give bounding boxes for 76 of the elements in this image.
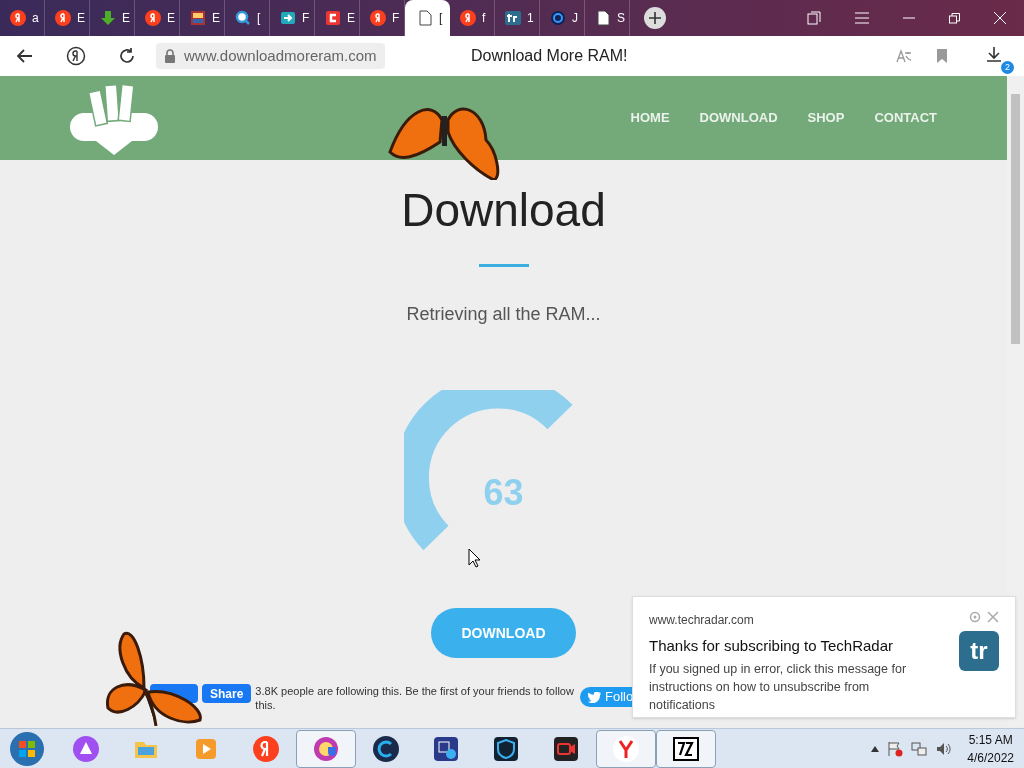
clock-date[interactable]: 4/6/2022 [967,748,1014,767]
progress-value: 63 [483,471,524,515]
tab-title: a [32,10,39,27]
back-icon[interactable] [16,47,34,65]
bookmark-icon[interactable] [936,48,948,64]
download-icon[interactable] [986,46,1002,62]
status-text: Retrieving all the RAM... [406,303,601,326]
page-title: Download More RAM! [471,46,628,66]
favicon-icon [595,10,611,26]
favicon-icon [55,10,71,26]
heading-underline [478,264,529,267]
reload-icon[interactable] [118,47,136,65]
start-button[interactable] [8,729,46,768]
app-icon [72,734,100,763]
favicon-icon [145,10,161,26]
tab-title: F [392,10,400,27]
new-tab-button[interactable] [644,7,666,29]
favicon-icon [417,10,433,26]
favicon-icon [325,10,341,26]
app-icon [432,734,460,763]
network-icon[interactable] [911,740,928,757]
favicon-icon [370,10,386,26]
notification-title: Thanks for subscribing to TechRadar [649,636,894,656]
translate-icon[interactable] [896,48,912,64]
favicon-icon [190,10,206,26]
url-text: www.downloadmoreram.com [184,45,377,66]
app-icon [672,734,700,763]
plus-icon [649,12,661,24]
tab-title: E [347,10,355,27]
app-icon [492,734,520,763]
browser-tab[interactable]: [ [405,0,450,36]
tab-title: E [167,10,175,27]
logo-text: tr [970,636,988,666]
page-heading: Download [401,183,606,238]
follow-text: 3.8K people are following this. Be the first of your friends to follow this. [255,684,575,712]
taskbar-app[interactable] [656,729,716,768]
favicon-icon [280,10,296,26]
favicon-icon [100,10,116,26]
tab-title: E [77,10,85,27]
bird-icon [588,691,601,703]
favicon-icon [10,10,26,26]
clock-time[interactable]: 5:15 AM [968,730,1013,749]
downloads-badge: 2 [1001,61,1014,74]
favicon-icon [505,10,521,26]
menu-icon[interactable] [855,12,869,24]
app-icon [312,734,340,763]
yandex-icon[interactable] [66,46,86,66]
notification-body: If you signed up in error, click this message for instructions on how to unsubscribe from notifications [649,660,908,714]
settings-icon[interactable] [969,611,981,623]
tab-title: E [212,10,220,27]
tab-title: E [122,10,130,27]
tab-title: 1 [527,10,534,27]
flag-icon[interactable] [887,740,904,757]
tab-title: S [617,10,625,27]
favicon-icon [550,10,566,26]
app-icon [552,734,580,763]
tray-arrow-icon[interactable] [871,745,880,752]
tabs-icon[interactable] [807,11,821,25]
tab-title: [ [439,10,443,27]
tab-title: F [302,10,310,27]
favicon-icon [235,10,251,26]
favicon-icon [460,10,476,26]
notification-source: www.techradar.com [649,612,755,629]
share-button[interactable]: Share [202,684,252,703]
tab-title: J [572,10,578,27]
app-icon [252,734,280,763]
lock-icon [164,49,176,63]
cursor-icon [468,548,482,568]
notification[interactable]: www.techradar.com Thanks for subscribing to TechRadar If you signed up in error, click this message for instructions on how to unsubscribe from notifications tr [632,596,1016,718]
address-field[interactable]: www.downloadmoreram.com [156,43,385,69]
tab-title: [ [257,10,261,27]
app-icon [612,734,640,763]
scrollbar-thumb[interactable] [1011,94,1020,344]
tab-title: f [482,10,486,27]
restore-icon[interactable] [949,12,960,24]
app-icon [372,734,400,763]
